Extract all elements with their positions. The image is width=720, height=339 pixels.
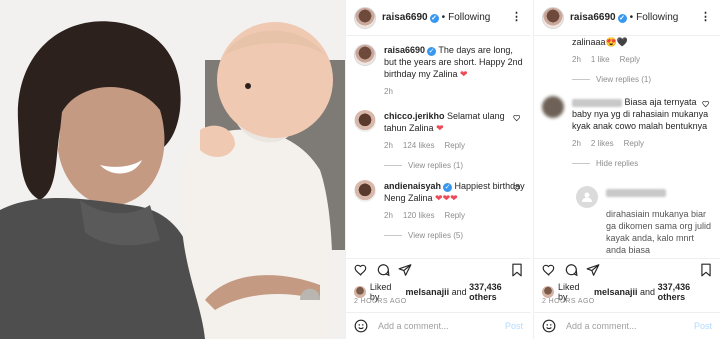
add-comment-input[interactable]: Add a comment... [566, 321, 694, 331]
comment-text: andienaisyah ✓ Happiest birthday Neng Zal… [384, 181, 525, 203]
reply-button[interactable]: Reply [444, 141, 464, 150]
caption-time: 2h [384, 87, 393, 96]
comment-meta: 2h 124 likes Reply [384, 141, 465, 150]
verified-icon: ✓ [429, 14, 439, 23]
share-icon[interactable] [398, 263, 412, 277]
hearts-emoji-icon: ❤❤❤ [435, 193, 458, 203]
caption: raisa6690 ✓ The days are long, but the ye… [354, 44, 525, 98]
comment-meta: 2h 2 likes Reply [572, 139, 645, 148]
follow-status[interactable]: Following [636, 12, 678, 23]
likes-others[interactable]: 337,436 others [469, 282, 531, 302]
add-comment-bar: Add a comment... Post [534, 312, 720, 339]
avatar[interactable] [354, 286, 366, 298]
post-button[interactable]: Post [694, 321, 712, 331]
reply-button[interactable]: Reply [620, 55, 640, 64]
emoji-icon: 😍🖤 [605, 37, 628, 47]
comment-item: Biasa aja ternyata baby nya yg di rahasi… [542, 96, 714, 170]
reply-text: dirahasiain mukanya biar ga dikomen sama… [606, 209, 712, 255]
comment-meta: 2h 1 like Reply [572, 55, 641, 64]
post-button[interactable]: Post [505, 321, 523, 331]
post-time: 2 HOURS AGO [542, 298, 595, 305]
comment-text: Biasa aja ternyata baby nya yg di rahasi… [572, 97, 709, 131]
comment-item-partial: zalinaaa😍🖤 2h 1 like Reply View replies (1… [542, 36, 714, 86]
verified-icon: ✓ [617, 14, 627, 23]
reply-button[interactable]: Reply [444, 211, 464, 220]
user-icon [582, 192, 592, 202]
username[interactable]: raisa6690 ✓ [382, 12, 439, 23]
instagram-collage: raisa6690 ✓ • Following ⋮ raisa6690 ✓ The … [0, 0, 720, 339]
reply-item: dirahasiain mukanya biar ga dikomen sama… [576, 186, 714, 256]
smiley-icon[interactable] [542, 319, 556, 333]
post-header: raisa6690 ✓ • Following ⋮ [346, 0, 531, 36]
more-dots-icon[interactable]: ⋮ [511, 10, 523, 23]
add-comment-input[interactable]: Add a comment... [378, 321, 505, 331]
add-comment-bar: Add a comment... Post [346, 312, 531, 339]
avatar-placeholder[interactable] [576, 186, 598, 208]
heart-emoji-icon: ❤ [460, 69, 468, 79]
bookmark-icon[interactable] [700, 263, 712, 277]
heart-icon[interactable] [354, 263, 368, 277]
heart-icon[interactable] [542, 263, 556, 277]
post-panel-left: raisa6690 ✓ • Following ⋮ raisa6690 ✓ The … [345, 0, 531, 339]
post-panel-right: raisa6690 ✓ • Following ⋮ zalinaaa😍🖤 2h 1 … [533, 0, 720, 339]
follow-status[interactable]: Following [448, 12, 490, 23]
post-header: raisa6690 ✓ • Following ⋮ [534, 0, 720, 36]
username[interactable]: raisa6690 ✓ [570, 12, 627, 23]
avatar[interactable] [542, 286, 554, 298]
smiley-icon[interactable] [354, 319, 368, 333]
liked-user[interactable]: melsanajii [406, 287, 450, 297]
bookmark-icon[interactable] [511, 263, 523, 277]
action-bar [346, 258, 531, 280]
likes-count[interactable]: 2 likes [591, 139, 614, 148]
like-heart-icon[interactable] [513, 114, 521, 122]
post-time: 2 HOURS AGO [354, 298, 407, 305]
reply-username-row [606, 186, 714, 198]
username-blurred[interactable] [606, 188, 666, 197]
comment-icon[interactable] [376, 263, 390, 277]
avatar[interactable] [542, 6, 564, 29]
post-photo [0, 0, 345, 339]
mother-and-baby-photo [0, 0, 345, 339]
caption-text: raisa6690 ✓ The days are long, but the ye… [384, 45, 523, 79]
avatar-blurred[interactable] [542, 96, 564, 118]
separator-dot: • [441, 12, 446, 23]
avatar[interactable] [354, 44, 376, 66]
view-replies-link[interactable]: View replies (5) [384, 230, 525, 242]
comment-meta: 2h 120 likes Reply [384, 211, 465, 220]
comment-icon[interactable] [564, 263, 578, 277]
likes-count[interactable]: 120 likes [403, 211, 435, 220]
avatar[interactable] [354, 110, 376, 132]
comment-item: andienaisyah ✓ Happiest birthday Neng Zal… [354, 180, 525, 242]
comment-text: chicco.jerikho Selamat ulang tahun Zalin… [384, 111, 505, 133]
liked-user[interactable]: melsanajii [594, 287, 638, 297]
hide-replies-link[interactable]: Hide replies [572, 158, 714, 170]
avatar[interactable] [354, 180, 376, 202]
separator-dot: • [629, 12, 634, 23]
like-heart-icon[interactable] [702, 100, 710, 108]
heart-emoji-icon: ❤ [436, 123, 444, 133]
comment-text: zalinaaa😍🖤 [572, 37, 628, 47]
username-blurred[interactable] [572, 98, 622, 107]
reply-button[interactable]: Reply [624, 139, 644, 148]
verified-icon: ✓ [443, 183, 453, 192]
like-heart-icon[interactable] [513, 184, 521, 192]
verified-icon: ✓ [427, 47, 437, 56]
avatar[interactable] [354, 6, 376, 29]
view-replies-link[interactable]: View replies (1) [572, 74, 714, 86]
action-bar [534, 258, 720, 280]
likes-others[interactable]: 337,436 others [658, 282, 720, 302]
view-replies-link[interactable]: View replies (1) [384, 160, 525, 172]
more-dots-icon[interactable]: ⋮ [700, 10, 712, 23]
likes-count[interactable]: 1 like [591, 55, 610, 64]
comment-item: chicco.jerikho Selamat ulang tahun Zalin… [354, 110, 525, 172]
share-icon[interactable] [586, 263, 600, 277]
likes-count[interactable]: 124 likes [403, 141, 435, 150]
